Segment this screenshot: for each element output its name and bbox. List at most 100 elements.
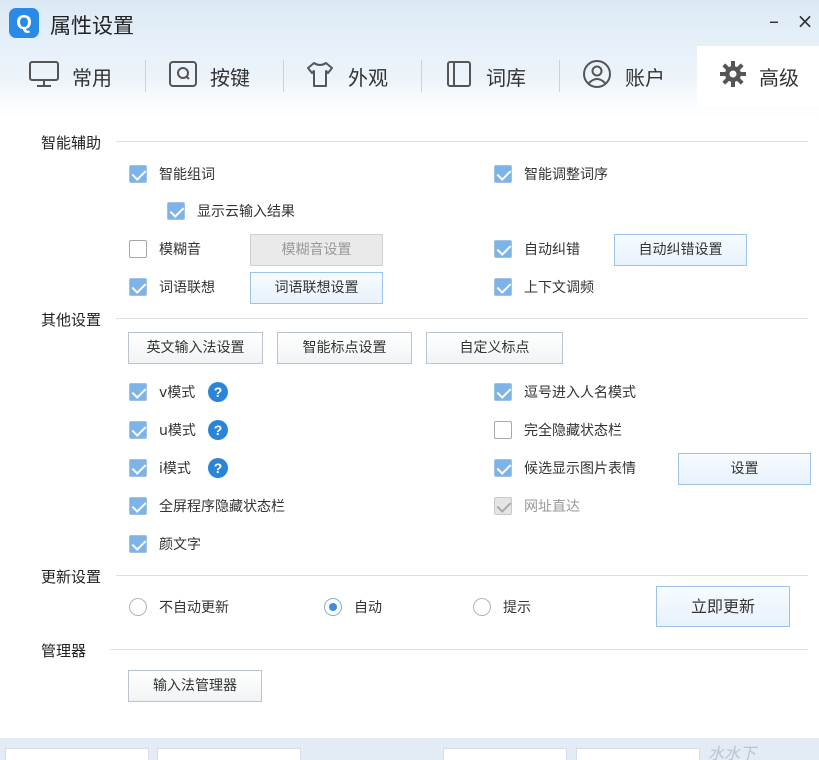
checkbox-label: 全屏程序隐藏状态栏 [159, 499, 285, 515]
custom-punct-button[interactable]: 自定义标点 [426, 332, 563, 364]
tab-common[interactable]: 常用 [28, 46, 138, 106]
checkbox-box [494, 165, 512, 183]
help-icon[interactable]: ? [208, 458, 228, 478]
radio-label: 自动 [354, 600, 382, 616]
punct-settings-button[interactable]: 智能标点设置 [277, 332, 412, 364]
tab-label: 常用 [72, 65, 112, 90]
radio-prompt-update[interactable]: 提示 [473, 596, 531, 618]
tshirt-icon [304, 60, 336, 93]
checkbox-fullscreen-hide[interactable]: 全屏程序隐藏状态栏 [129, 495, 285, 517]
checkbox-smart-order[interactable]: 智能调整词序 [494, 163, 608, 185]
checkbox-box [494, 383, 512, 401]
radio-auto-update[interactable]: 自动 [324, 596, 382, 618]
radio-label: 不自动更新 [159, 600, 229, 616]
tab-label: 外观 [348, 65, 388, 90]
checkbox-auto-correct[interactable]: 自动纠错 [494, 238, 580, 260]
checkbox-box [494, 497, 512, 515]
checkbox-show-emoji[interactable]: 候选显示图片表情 [494, 457, 636, 479]
strip-tab [443, 748, 567, 760]
checkbox-label: 逗号进入人名模式 [524, 385, 636, 401]
user-icon [581, 59, 613, 94]
checkbox-label: 上下文调频 [524, 280, 594, 296]
tab-appearance[interactable]: 外观 [304, 46, 414, 106]
tab-dictionary[interactable]: 词库 [444, 46, 554, 106]
app-logo: Q [9, 8, 39, 38]
checkbox-label: 网址直达 [524, 499, 580, 515]
close-button[interactable]: × [795, 8, 815, 34]
checkbox-box [494, 421, 512, 439]
checkbox-kaomoji[interactable]: 颜文字 [129, 533, 201, 555]
emoji-settings-button[interactable]: 设置 [678, 453, 811, 485]
checkbox-box [129, 383, 147, 401]
help-icon[interactable]: ? [208, 382, 228, 402]
bottom-strip [0, 738, 819, 760]
fuzzy-settings-button[interactable]: 模糊音设置 [250, 234, 383, 266]
section-divider [110, 649, 808, 650]
checkbox-box [129, 421, 147, 439]
checkbox-label: 候选显示图片表情 [524, 461, 636, 477]
radio-label: 提示 [503, 600, 531, 616]
checkbox-box [494, 459, 512, 477]
checkbox-box [494, 240, 512, 258]
checkbox-i-mode[interactable]: i模式 [129, 457, 191, 479]
ime-manager-button[interactable]: 输入法管理器 [128, 670, 262, 702]
tab-label: 高级 [759, 65, 799, 90]
minimize-button[interactable]: – [764, 8, 784, 34]
checkbox-label: 模糊音 [159, 242, 201, 258]
checkbox-box [494, 278, 512, 296]
checkbox-label: 完全隐藏状态栏 [524, 423, 622, 439]
auto-correct-settings-button[interactable]: 自动纠错设置 [614, 234, 747, 266]
checkbox-box [129, 497, 147, 515]
checkbox-smart-phrase[interactable]: 智能组词 [129, 163, 215, 185]
section-divider [116, 575, 808, 576]
section-manager: 管理器 [41, 642, 87, 660]
checkbox-u-mode[interactable]: u模式 [129, 419, 196, 441]
checkbox-association[interactable]: 词语联想 [129, 276, 215, 298]
checkbox-box [167, 202, 185, 220]
radio-circle [129, 598, 147, 616]
key-icon [168, 60, 198, 93]
watermark: 水水下 [708, 744, 757, 760]
checkbox-label: v模式 [159, 385, 196, 401]
checkbox-label: u模式 [159, 423, 196, 439]
checkbox-label: i模式 [159, 461, 191, 477]
monitor-icon [28, 60, 60, 93]
tab-divider [421, 60, 422, 92]
association-settings-button[interactable]: 词语联想设置 [250, 272, 383, 304]
checkbox-box [129, 535, 147, 553]
section-other-settings: 其他设置 [41, 311, 102, 329]
radio-circle [324, 598, 342, 616]
checkbox-hide-status[interactable]: 完全隐藏状态栏 [494, 419, 622, 441]
checkbox-fuzzy[interactable]: 模糊音 [129, 238, 201, 260]
section-update-settings: 更新设置 [41, 568, 102, 586]
tab-label: 词库 [486, 65, 526, 90]
window-title: 属性设置 [50, 14, 134, 38]
help-icon[interactable]: ? [208, 420, 228, 440]
checkbox-label: 智能调整词序 [524, 167, 608, 183]
tab-advanced[interactable]: 高级 [697, 46, 819, 106]
section-smart-assist: 智能辅助 [41, 134, 102, 152]
radio-no-auto-update[interactable]: 不自动更新 [129, 596, 229, 618]
strip-tab [157, 748, 301, 760]
strip-tab [5, 748, 149, 760]
tab-divider [559, 60, 560, 92]
english-settings-button[interactable]: 英文输入法设置 [128, 332, 263, 364]
section-divider [116, 318, 808, 319]
tab-keys[interactable]: 按键 [168, 46, 278, 106]
checkbox-comma-name[interactable]: 逗号进入人名模式 [494, 381, 636, 403]
checkbox-label: 智能组词 [159, 167, 215, 183]
tab-label: 按键 [210, 65, 250, 90]
title-bar: Q 属性设置 – × [0, 0, 819, 46]
tab-divider [145, 60, 146, 92]
update-now-button[interactable]: 立即更新 [656, 586, 790, 627]
checkbox-v-mode[interactable]: v模式 [129, 381, 195, 403]
tab-divider [283, 60, 284, 92]
strip-tab [576, 748, 700, 760]
section-divider [116, 141, 808, 142]
checkbox-cloud-result[interactable]: 显示云输入结果 [167, 200, 295, 222]
checkbox-label: 颜文字 [159, 537, 201, 553]
checkbox-box [129, 165, 147, 183]
checkbox-context-tuning[interactable]: 上下文调频 [494, 276, 594, 298]
tab-account[interactable]: 账户 [581, 46, 691, 106]
checkbox-label: 自动纠错 [524, 242, 580, 258]
